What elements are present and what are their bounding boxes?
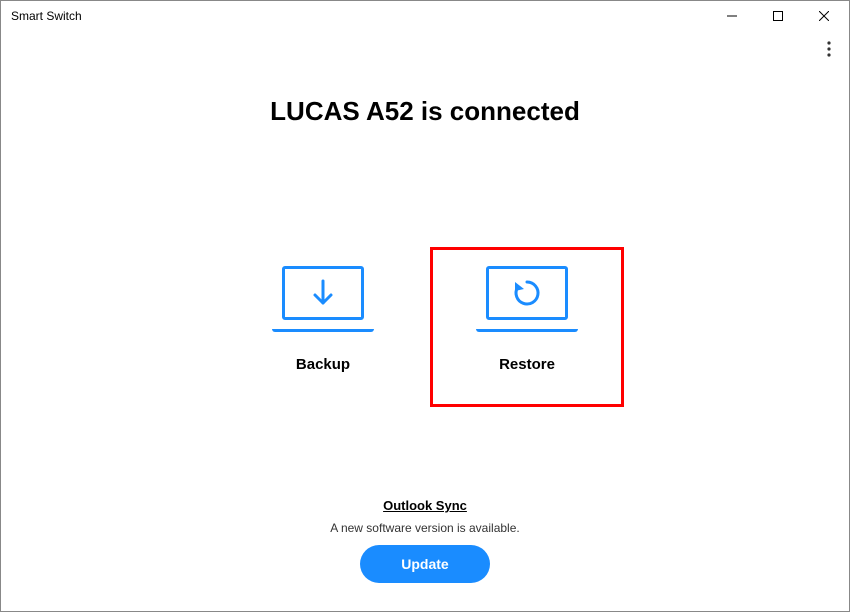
app-window: Smart Switch LUCAS A52 is connected (0, 0, 850, 612)
restore-laptop-icon (482, 266, 572, 328)
options-row: Backup Restore (1, 247, 849, 407)
main-content: LUCAS A52 is connected Backup (1, 31, 849, 407)
outlook-sync-link[interactable]: Outlook Sync (383, 498, 467, 513)
window-controls (709, 1, 847, 31)
maximize-button[interactable] (755, 1, 801, 31)
backup-laptop-icon (278, 266, 368, 328)
titlebar: Smart Switch (1, 1, 849, 31)
minimize-icon (727, 11, 737, 21)
kebab-icon (827, 41, 831, 57)
update-button[interactable]: Update (360, 545, 490, 583)
arrow-down-icon (311, 279, 335, 307)
close-button[interactable] (801, 1, 847, 31)
update-message: A new software version is available. (1, 521, 849, 535)
maximize-icon (773, 11, 783, 21)
backup-label: Backup (296, 356, 350, 373)
minimize-button[interactable] (709, 1, 755, 31)
restore-label: Restore (499, 356, 555, 373)
window-title: Smart Switch (11, 9, 82, 23)
close-icon (819, 11, 829, 21)
connection-heading: LUCAS A52 is connected (1, 96, 849, 127)
more-menu-button[interactable] (827, 41, 831, 62)
refresh-icon (512, 278, 542, 308)
restore-option[interactable]: Restore (430, 247, 624, 407)
footer: Outlook Sync A new software version is a… (1, 497, 849, 583)
backup-option[interactable]: Backup (226, 247, 420, 407)
